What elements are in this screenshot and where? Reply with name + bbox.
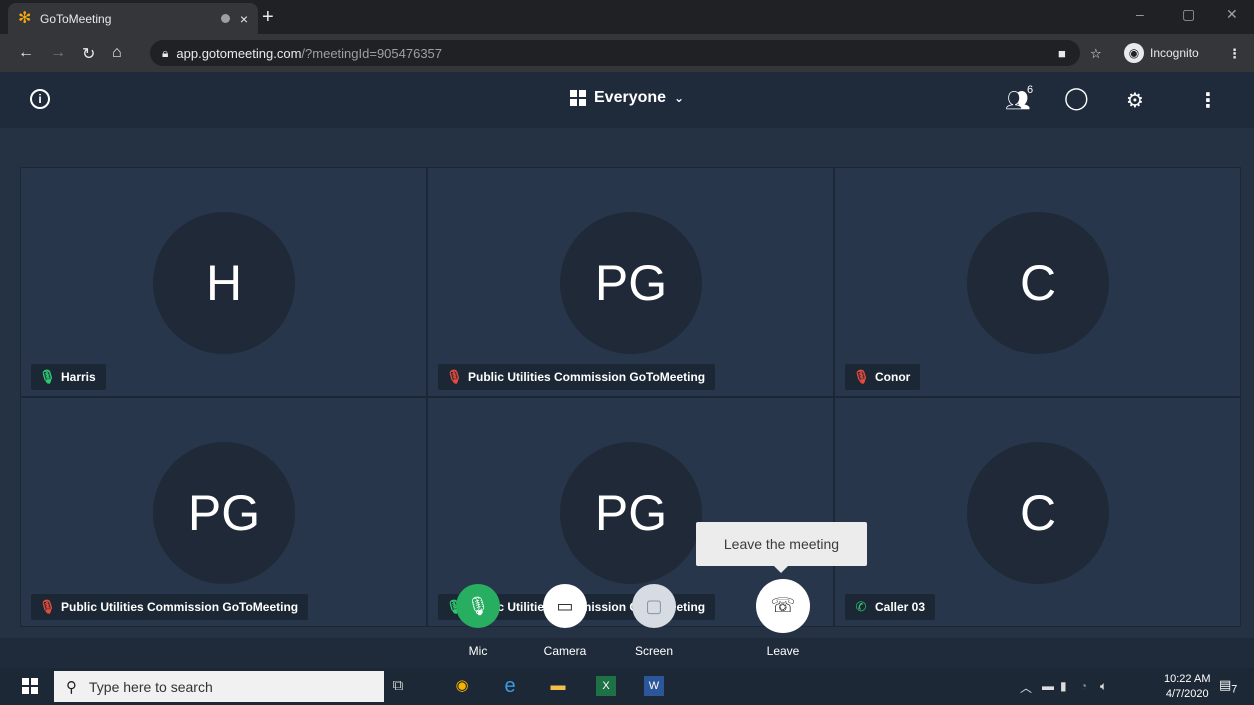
- screen-label: Screen: [634, 644, 674, 658]
- avatar: H: [153, 212, 295, 354]
- settings-gear-icon[interactable]: ⚙: [1126, 88, 1144, 113]
- tray-chevron-icon[interactable]: ︿: [1020, 679, 1032, 696]
- taskbar-search[interactable]: ⚲ Type here to search: [54, 671, 384, 702]
- chrome-icon[interactable]: ◉: [452, 676, 472, 696]
- mic-muted-icon: 🎙︎: [446, 369, 463, 384]
- volume-icon[interactable]: 🔈︎: [1100, 679, 1107, 694]
- new-tab-button[interactable]: +: [262, 6, 274, 29]
- participant-tile[interactable]: PG 🎙︎ Public Utilities Commission GoToMe…: [20, 397, 427, 627]
- incognito-icon: ◉: [1124, 43, 1144, 63]
- avatar: PG: [153, 442, 295, 584]
- participant-name: Harris: [61, 370, 96, 384]
- view-label: Everyone: [594, 89, 667, 106]
- pen-icon[interactable]: ▮: [1060, 679, 1067, 693]
- chat-icon[interactable]: ◯: [1064, 85, 1089, 111]
- excel-icon[interactable]: X: [596, 676, 616, 696]
- bookmark-star-icon[interactable]: ☆: [1090, 46, 1102, 62]
- task-view-icon[interactable]: ⧉: [388, 676, 408, 696]
- gotomeeting-logo-icon: ✻: [18, 9, 32, 27]
- leave-button[interactable]: ☏: [756, 579, 810, 633]
- clock-date: 4/7/2020: [1165, 688, 1209, 700]
- windows-taskbar: ⚲ Type here to search ⧉ ◉ e ▬ X W ︿ ▬ ▮ …: [0, 668, 1254, 705]
- participant-tile[interactable]: C ✆ Caller 03: [834, 397, 1241, 627]
- avatar: C: [967, 442, 1109, 584]
- recording-indicator-icon: [220, 14, 230, 23]
- participant-name-tag: 🎙︎ Public Utilities Commission GoToMeeti…: [438, 364, 716, 390]
- home-icon[interactable]: ⌂: [112, 44, 122, 62]
- battery-icon[interactable]: ▬: [1042, 679, 1054, 693]
- notification-center-icon[interactable]: ▤7: [1219, 677, 1238, 696]
- avatar: PG: [560, 442, 702, 584]
- more-options-icon[interactable]: ⋮: [1198, 88, 1218, 113]
- edge-icon[interactable]: e: [500, 676, 520, 696]
- participant-name-tag: 🎙︎ Harris: [31, 364, 106, 390]
- lock-icon: 🔒︎: [162, 45, 169, 60]
- avatar: PG: [560, 212, 702, 354]
- browser-menu-icon[interactable]: ⋮: [1228, 46, 1241, 62]
- participant-name: Public Utilities Commission GoToMeeting: [468, 370, 706, 384]
- mic-muted-icon: 🎙︎: [853, 369, 870, 384]
- grid-view-icon: [570, 90, 586, 106]
- browser-toolbar: ← → ↻ ⌂ 🔒︎ app.gotomeeting.com /?meeting…: [0, 34, 1254, 72]
- wifi-icon[interactable]: ◔: [1080, 679, 1087, 693]
- phone-icon: ✆: [855, 599, 867, 614]
- participant-count-badge: 6: [1027, 84, 1034, 96]
- mic-label: Mic: [468, 644, 488, 658]
- leave-tooltip: Leave the meeting: [696, 522, 867, 573]
- close-tab-icon[interactable]: ×: [240, 11, 248, 27]
- camera-label: Camera: [543, 644, 587, 658]
- participant-name: Conor: [875, 370, 911, 384]
- word-icon[interactable]: W: [644, 676, 664, 696]
- restore-button[interactable]: ▢: [1182, 6, 1195, 23]
- clock-time: 10:22 AM: [1164, 673, 1211, 685]
- url-host: app.gotomeeting.com: [176, 45, 302, 61]
- close-window-button[interactable]: ✕: [1226, 6, 1238, 23]
- camera-button[interactable]: ▭: [543, 584, 587, 628]
- mic-button[interactable]: 🎙︎: [456, 584, 500, 628]
- file-explorer-icon[interactable]: ▬: [548, 676, 568, 696]
- address-bar[interactable]: 🔒︎ app.gotomeeting.com /?meetingId=90547…: [150, 40, 1080, 66]
- leave-label: Leave: [766, 644, 800, 658]
- view-selector[interactable]: Everyone ⌄: [570, 89, 684, 107]
- participant-name: Caller 03: [875, 600, 926, 614]
- notification-count: 7: [1231, 683, 1238, 696]
- minimize-button[interactable]: –: [1136, 6, 1144, 22]
- system-clock[interactable]: 10:22 AM 4/7/2020: [1164, 672, 1210, 702]
- avatar: C: [967, 212, 1109, 354]
- participant-name: Public Utilities Commission GoToMeeting: [61, 600, 299, 614]
- url-path: /?meetingId=905476357: [301, 45, 443, 61]
- search-placeholder: Type here to search: [89, 678, 213, 695]
- search-icon: ⚲: [66, 678, 77, 696]
- participant-tile[interactable]: H 🎙︎ Harris: [20, 167, 427, 397]
- camera-in-use-icon[interactable]: ■: [1058, 46, 1066, 61]
- windows-start-icon[interactable]: [22, 678, 38, 694]
- incognito-indicator[interactable]: ◉ Incognito: [1124, 42, 1199, 64]
- mic-on-icon: 🎙︎: [39, 369, 56, 384]
- incognito-label: Incognito: [1150, 46, 1199, 60]
- back-icon[interactable]: ←: [18, 44, 34, 62]
- participant-tile[interactable]: PG 🎙︎ Public Utilities Commission GoToMe…: [427, 167, 834, 397]
- forward-icon[interactable]: →: [50, 44, 66, 62]
- mic-muted-icon: 🎙︎: [39, 599, 56, 614]
- participant-name-tag: ✆ Caller 03: [845, 594, 936, 620]
- participant-name-tag: 🎙︎ Conor: [845, 364, 921, 390]
- browser-tab[interactable]: ✻ GoToMeeting ×: [8, 3, 258, 34]
- reload-icon[interactable]: ↻: [82, 44, 95, 64]
- browser-tab-strip: ✻ GoToMeeting × + – ▢ ✕: [0, 0, 1254, 34]
- tab-title: GoToMeeting: [40, 11, 112, 26]
- participant-name-tag: 🎙︎ Public Utilities Commission GoToMeeti…: [31, 594, 309, 620]
- screen-share-button[interactable]: ▢: [632, 584, 676, 628]
- meeting-header: i Everyone ⌄ 👥︎ ◯ ⚙ ⋮: [0, 72, 1254, 128]
- participant-tile[interactable]: C 🎙︎ Conor: [834, 167, 1241, 397]
- chevron-down-icon: ⌄: [674, 91, 685, 105]
- info-icon[interactable]: i: [30, 89, 50, 109]
